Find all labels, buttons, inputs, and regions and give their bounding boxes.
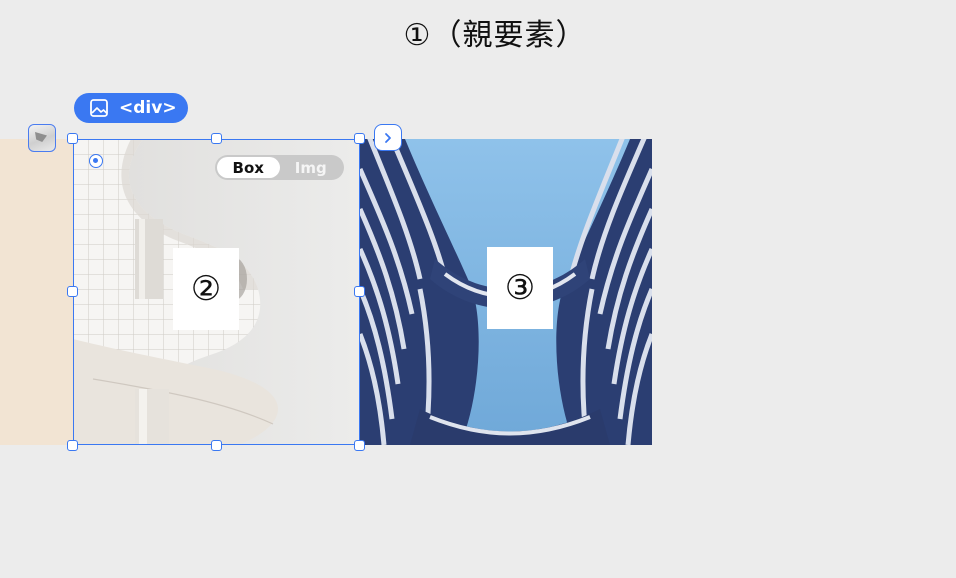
resize-handle-bottom-left[interactable] xyxy=(67,440,78,451)
resize-handle-top-left[interactable] xyxy=(67,133,78,144)
resize-handle-bottom-right[interactable] xyxy=(354,440,365,451)
previous-image-edge[interactable] xyxy=(0,139,73,445)
resize-handle-top[interactable] xyxy=(211,133,222,144)
resize-handle-left[interactable] xyxy=(67,286,78,297)
resize-handle-top-right[interactable] xyxy=(354,133,365,144)
chevron-right-icon xyxy=(385,132,391,143)
thumbnail-shape xyxy=(35,132,47,142)
element-tag-label: <div> xyxy=(119,98,177,118)
rotate-handle-icon[interactable] xyxy=(89,154,103,168)
child-label-2: ② xyxy=(173,248,239,330)
toggle-option-img[interactable]: Img xyxy=(280,157,343,178)
box-img-toggle[interactable]: Box Img xyxy=(215,155,344,180)
resize-handle-right[interactable] xyxy=(354,286,365,297)
toggle-option-box[interactable]: Box xyxy=(217,157,280,178)
selected-image[interactable]: ② xyxy=(73,139,360,445)
parent-element-label: ①（親要素） xyxy=(403,18,587,53)
image-icon xyxy=(90,99,108,117)
next-image-button[interactable] xyxy=(374,124,402,151)
next-image[interactable]: ③ xyxy=(360,139,652,445)
element-tag-badge[interactable]: <div> xyxy=(74,93,188,123)
resize-handle-bottom[interactable] xyxy=(211,440,222,451)
child-label-3: ③ xyxy=(487,247,553,329)
image-thumbnail-icon[interactable] xyxy=(28,124,56,152)
